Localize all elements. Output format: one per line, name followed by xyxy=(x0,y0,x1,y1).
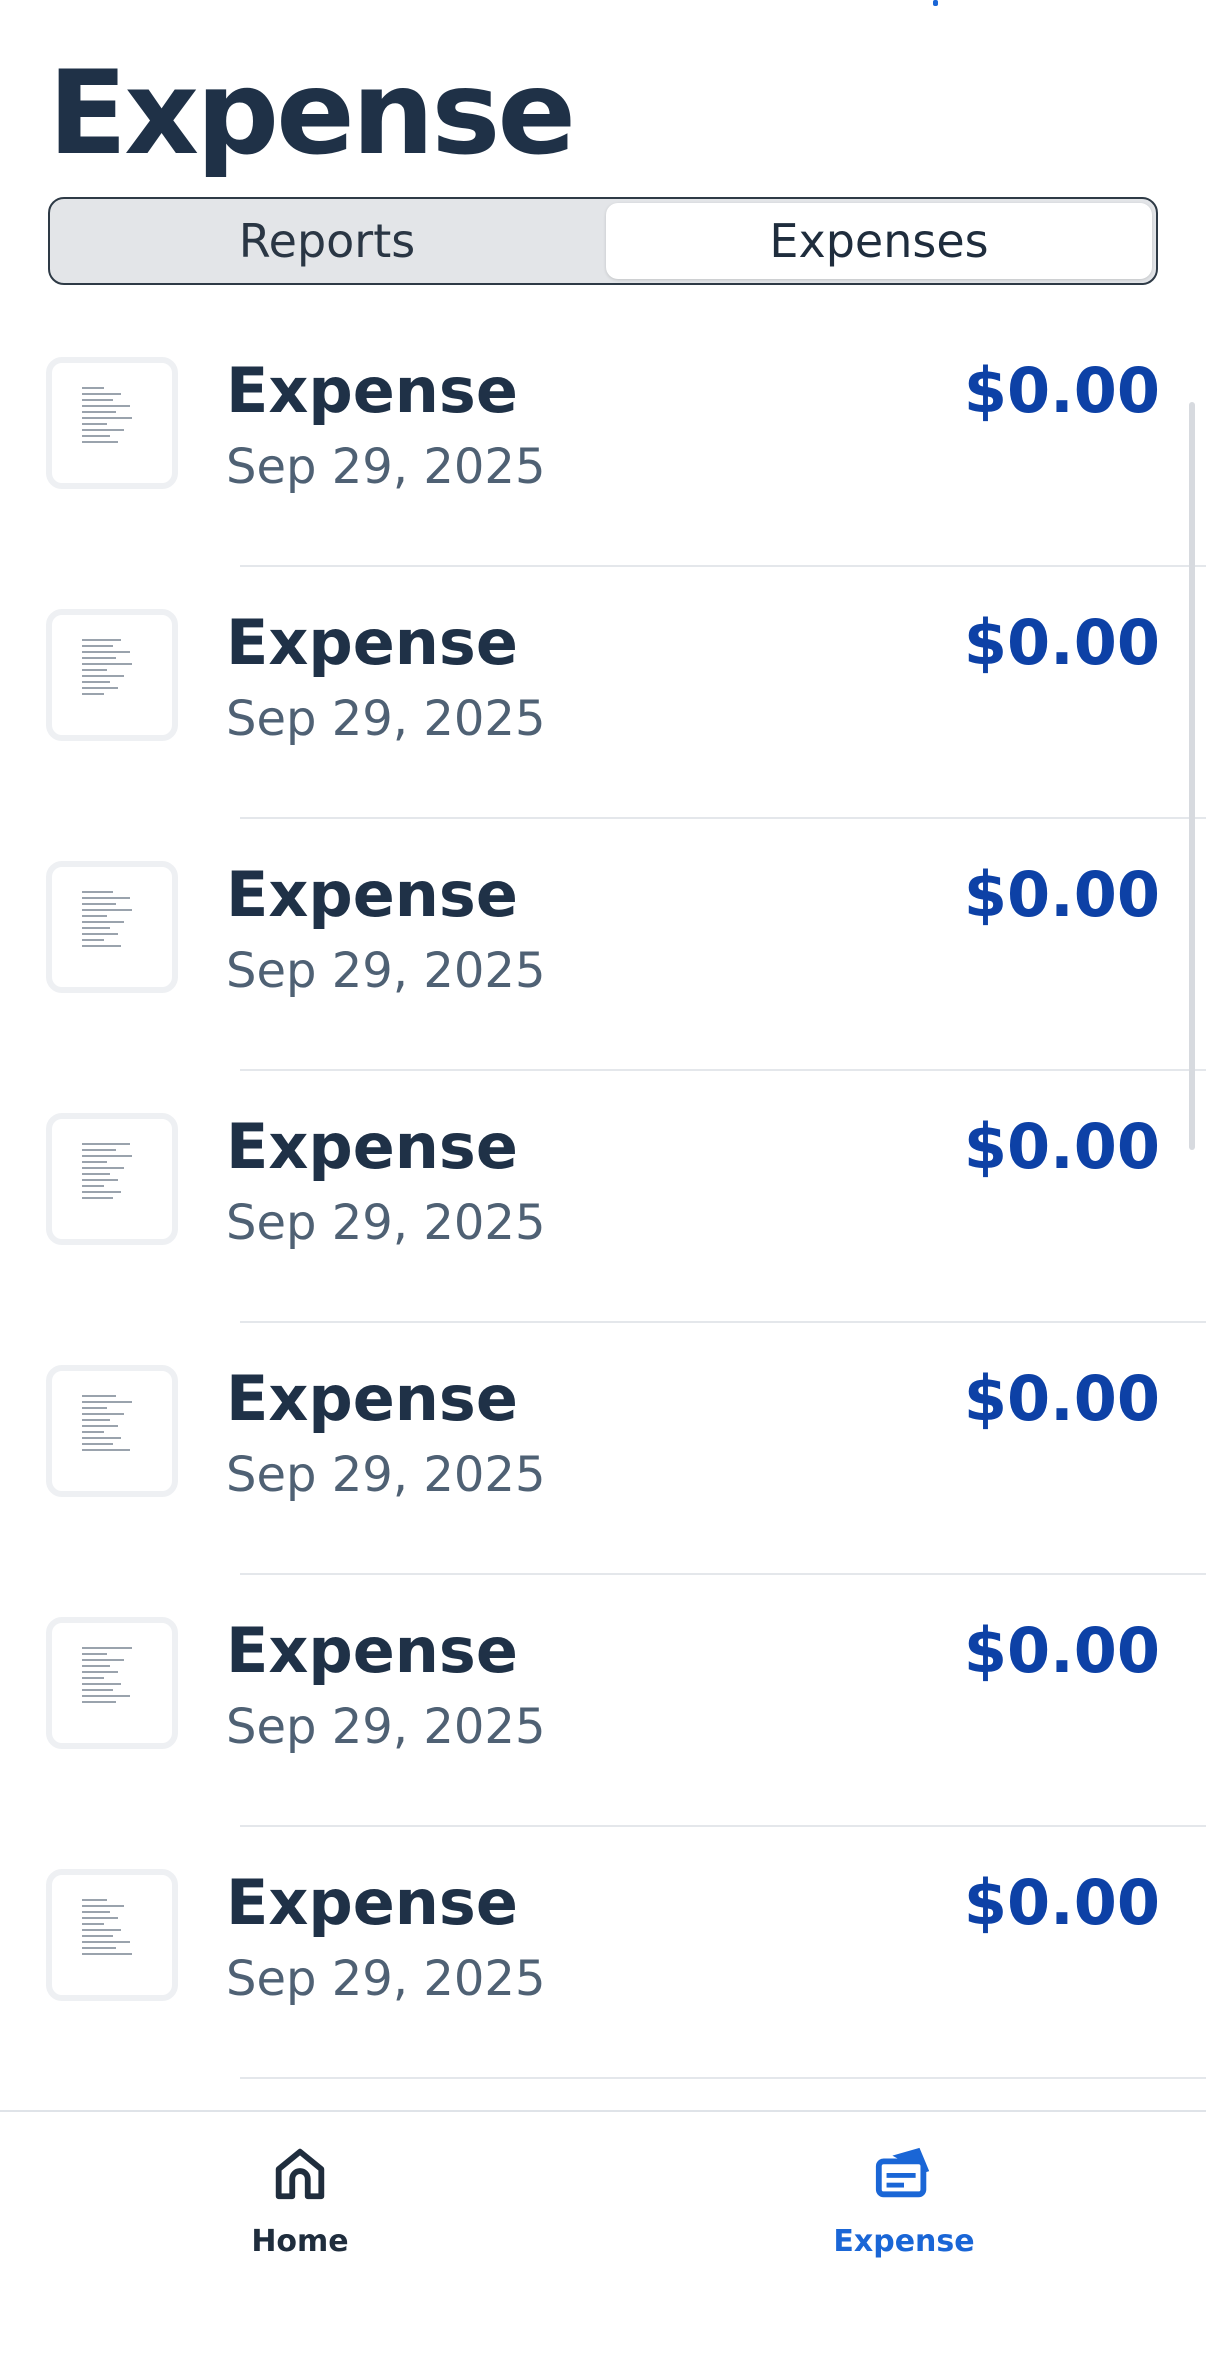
list-item[interactable]: Expense Sep 29, 2025 $0.00 xyxy=(0,1323,1206,1575)
receipt-document-icon xyxy=(82,387,138,461)
top-accent-mark xyxy=(933,0,938,6)
expense-date: Sep 29, 2025 xyxy=(226,1699,546,1755)
list-item[interactable]: Expense Sep 29, 2025 $0.00 xyxy=(0,567,1206,819)
expense-amount: $0.00 xyxy=(963,606,1160,679)
segment-expenses[interactable]: Expenses xyxy=(606,203,1152,279)
expense-card-icon xyxy=(875,2147,930,2198)
expense-screen: Expense Reports Expenses Expense Sep 29, … xyxy=(0,0,1206,2362)
receipt-document-icon xyxy=(82,639,138,713)
receipt-thumbnail xyxy=(46,1617,178,1749)
expense-date: Sep 29, 2025 xyxy=(226,1447,546,1503)
receipt-thumbnail xyxy=(46,1365,178,1497)
expense-amount: $0.00 xyxy=(963,1362,1160,1435)
tab-home[interactable]: Home xyxy=(190,2136,410,2286)
reports-expenses-segmented-control: Reports Expenses xyxy=(48,197,1158,285)
receipt-thumbnail xyxy=(46,609,178,741)
list-item[interactable]: Expense Sep 29, 2025 $0.00 xyxy=(0,1827,1206,2079)
expense-date: Sep 29, 2025 xyxy=(226,1195,546,1251)
receipt-thumbnail xyxy=(46,861,178,993)
expense-title: Expense xyxy=(226,606,518,679)
receipt-thumbnail xyxy=(46,1113,178,1245)
tab-expense-label: Expense xyxy=(833,2224,975,2259)
receipt-document-icon xyxy=(82,1143,138,1217)
expense-date: Sep 29, 2025 xyxy=(226,691,546,747)
list-item[interactable]: Expense Sep 29, 2025 $0.00 xyxy=(0,1071,1206,1323)
list-item[interactable]: Expense Sep 29, 2025 $0.00 xyxy=(0,1575,1206,1827)
receipt-document-icon xyxy=(82,1395,138,1469)
expense-title: Expense xyxy=(226,1110,518,1183)
receipt-thumbnail xyxy=(46,357,178,489)
expense-list: Expense Sep 29, 2025 $0.00 Expense Sep 29, 2… xyxy=(0,315,1206,2079)
row-divider xyxy=(240,2077,1206,2079)
receipt-thumbnail xyxy=(46,1869,178,2001)
receipt-document-icon xyxy=(82,1647,138,1721)
expense-amount: $0.00 xyxy=(963,1110,1160,1183)
expense-amount: $0.00 xyxy=(963,1614,1160,1687)
bottom-tab-bar: Home Expense xyxy=(0,2110,1206,2362)
expense-amount: $0.00 xyxy=(963,858,1160,931)
list-item[interactable]: Expense Sep 29, 2025 $0.00 xyxy=(0,315,1206,567)
expense-date: Sep 29, 2025 xyxy=(226,1951,546,2007)
expense-title: Expense xyxy=(226,1614,518,1687)
expense-date: Sep 29, 2025 xyxy=(226,943,546,999)
expense-title: Expense xyxy=(226,354,518,427)
list-item[interactable]: Expense Sep 29, 2025 $0.00 xyxy=(0,819,1206,1071)
tab-expense[interactable]: Expense xyxy=(794,2136,1014,2286)
expense-date: Sep 29, 2025 xyxy=(226,439,546,495)
receipt-document-icon xyxy=(82,1899,138,1973)
expense-title: Expense xyxy=(226,858,518,931)
segment-reports[interactable]: Reports xyxy=(54,203,600,279)
tab-home-label: Home xyxy=(251,2224,349,2259)
page-title: Expense xyxy=(48,46,576,181)
home-icon xyxy=(275,2148,325,2200)
scrollbar[interactable] xyxy=(1189,402,1195,1150)
expense-amount: $0.00 xyxy=(963,354,1160,427)
expense-title: Expense xyxy=(226,1362,518,1435)
expense-amount: $0.00 xyxy=(963,1866,1160,1939)
receipt-document-icon xyxy=(82,891,138,965)
expense-title: Expense xyxy=(226,1866,518,1939)
